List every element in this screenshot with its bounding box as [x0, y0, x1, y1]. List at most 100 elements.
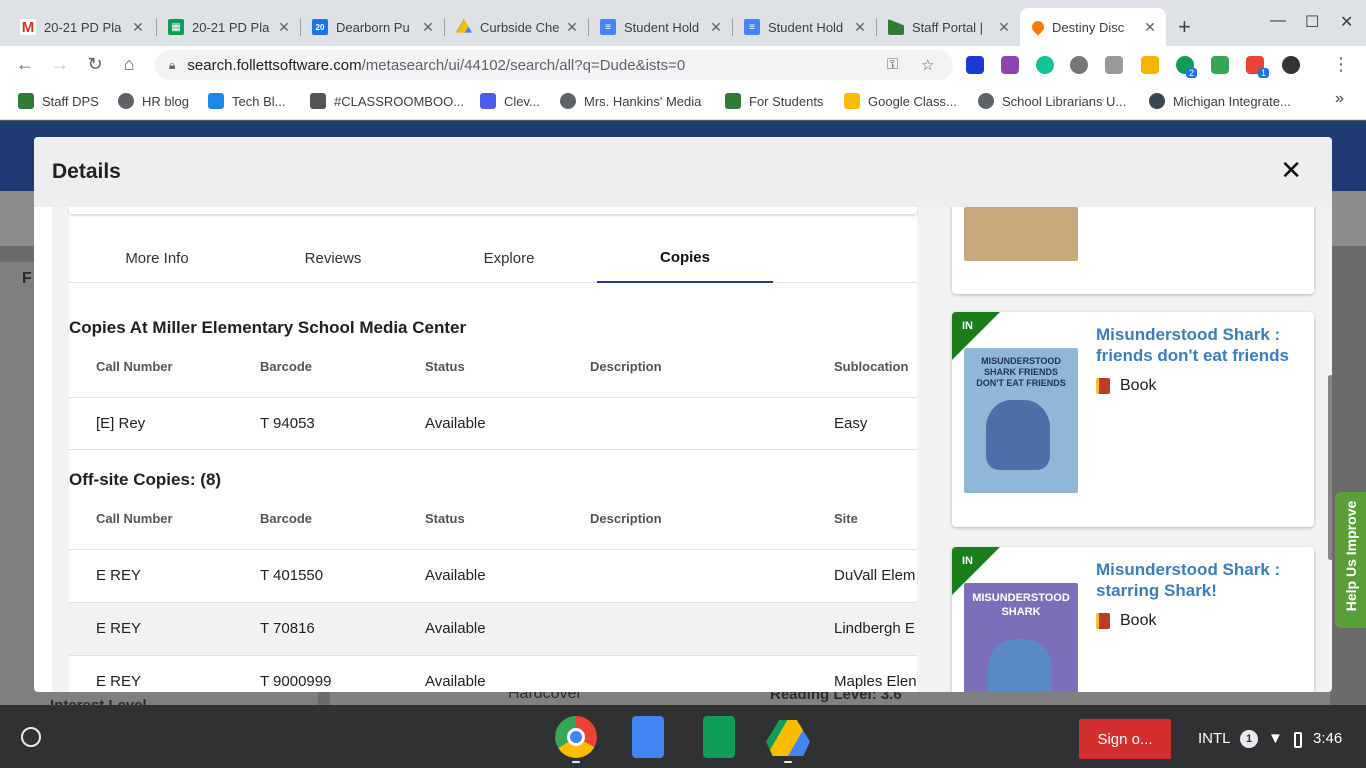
site: Lindbergh E — [834, 620, 915, 637]
related-card[interactable] — [952, 207, 1314, 294]
input-method[interactable]: INTL — [1198, 730, 1231, 747]
column-header: Barcode — [260, 511, 313, 526]
bookmark[interactable]: Clev... — [480, 93, 540, 109]
scrollbar[interactable] — [1328, 375, 1332, 560]
bookmark[interactable]: #CLASSROOMBOO... — [310, 93, 464, 109]
tab-gmail[interactable]: M 20-21 PD Pla ✕ — [8, 8, 154, 46]
sign-out-button[interactable]: Sign o... — [1079, 719, 1171, 759]
reload-icon[interactable]: ↻ — [84, 54, 106, 75]
wordpress-icon[interactable] — [1070, 56, 1088, 74]
barcode: T 94053 — [260, 415, 315, 432]
notification-badge[interactable]: 1 — [1240, 730, 1258, 748]
tab-drive[interactable]: Curbside Che ✕ — [444, 8, 588, 46]
close-icon[interactable]: ✕ — [1280, 155, 1302, 186]
url-path: /metasearch/ui/44102/search/all?q=Dude&i… — [361, 56, 686, 74]
window-close-icon[interactable]: ✕ — [1340, 12, 1353, 32]
tab-title: Destiny Disc — [1052, 19, 1125, 35]
extension-icon[interactable] — [1211, 56, 1229, 74]
key-icon[interactable]: ⚿ — [887, 56, 898, 73]
sheets-icon[interactable] — [703, 716, 735, 758]
close-icon[interactable]: ✕ — [130, 19, 146, 36]
format-label: Book — [1120, 612, 1157, 629]
tab-title: Dearborn Pu — [336, 19, 410, 35]
bookmark-label: HR blog — [142, 93, 189, 109]
running-indicator — [572, 761, 580, 763]
close-icon[interactable]: ✕ — [420, 19, 436, 36]
menu-icon[interactable]: ⋮ — [1330, 54, 1352, 75]
close-icon[interactable]: ✕ — [276, 19, 292, 36]
tab-destiny[interactable]: Destiny Disc ✕ — [1020, 8, 1166, 46]
related-title-link[interactable]: Misunderstood Shark : starring Shark! — [1096, 559, 1306, 601]
close-icon[interactable]: ✕ — [852, 19, 868, 36]
bookmark-label: Clev... — [504, 93, 540, 109]
background-text: F — [22, 270, 32, 287]
tab-copies[interactable]: Copies — [597, 233, 773, 283]
extension-icon[interactable] — [1282, 56, 1300, 74]
status-badge: IN — [962, 555, 973, 567]
launcher-icon[interactable] — [21, 727, 41, 747]
bookmark[interactable]: Michigan Integrate... — [1149, 93, 1291, 109]
tab-staff-portal[interactable]: Staff Portal | ✕ — [876, 8, 1020, 46]
bookmark[interactable]: Mrs. Hankins' Media — [560, 93, 701, 109]
close-icon[interactable]: ✕ — [564, 19, 580, 36]
details-left-pane[interactable]: More Info Reviews Explore Copies Copies … — [52, 207, 932, 692]
extension-icon[interactable] — [966, 56, 984, 74]
chrome-icon[interactable] — [555, 716, 597, 758]
related-title-link[interactable]: Misunderstood Shark : friends don't eat … — [1096, 324, 1306, 366]
address-bar[interactable]: 🔒︎ search.follettsoftware.com/metasearch… — [155, 50, 953, 80]
related-card[interactable]: MISUNDERSTOOD SHARK IN Misunderstood Sha… — [952, 547, 1314, 692]
column-header: Description — [590, 359, 662, 374]
help-us-improve-tab[interactable]: Help Us Improve — [1335, 492, 1366, 628]
bookmarks-bar: Staff DPS HR blog Tech Bl... #CLASSROOMB… — [0, 84, 1366, 120]
related-card[interactable]: MISUNDERSTOOD SHARK FRIENDS DON'T EAT FR… — [952, 312, 1314, 527]
forward-icon[interactable]: → — [49, 54, 71, 75]
wifi-icon[interactable]: ▼ — [1268, 730, 1283, 747]
chrome-center — [567, 728, 585, 746]
tab-docs[interactable]: ≡ Student Hold ✕ — [732, 8, 876, 46]
tab-docs[interactable]: ≡ Student Hold ✕ — [588, 8, 732, 46]
shark-icon — [986, 400, 1050, 470]
globe-icon — [978, 93, 994, 109]
grammarly-icon[interactable] — [1036, 56, 1054, 74]
back-icon[interactable]: ← — [14, 54, 36, 75]
details-tabs: More Info Reviews Explore Copies — [69, 233, 917, 283]
thumb-icon[interactable] — [1141, 56, 1159, 74]
minimize-icon[interactable]: — — [1270, 12, 1286, 30]
tab-explore[interactable]: Explore — [421, 233, 597, 283]
bookmark[interactable]: Staff DPS — [18, 93, 99, 109]
docs-icon[interactable] — [632, 716, 664, 758]
modal-header: Details ✕ — [34, 137, 1332, 207]
tab-sheets[interactable]: ▦ 20-21 PD Pla ✕ — [156, 8, 300, 46]
column-header: Call Number — [96, 359, 173, 374]
close-icon[interactable]: ✕ — [996, 19, 1012, 36]
tab-title: Student Hold — [768, 19, 844, 35]
bookmark[interactable]: School Librarians U... — [978, 93, 1126, 109]
tab-title: 20-21 PD Pla — [192, 19, 270, 35]
status: Available — [425, 567, 486, 584]
related-titles-pane[interactable]: MISUNDERSTOOD SHARK FRIENDS DON'T EAT FR… — [932, 207, 1332, 692]
grid-icon[interactable] — [1105, 56, 1123, 74]
new-tab-button[interactable]: + — [1178, 14, 1191, 40]
help-tab-label: Help Us Improve — [1343, 500, 1359, 612]
tab-more-info[interactable]: More Info — [69, 233, 245, 283]
battery-icon[interactable] — [1294, 732, 1302, 748]
extension-icon[interactable] — [1001, 56, 1019, 74]
tab-title: Staff Portal | — [912, 19, 984, 35]
sheets-icon: ▦ — [168, 19, 184, 35]
bookmark[interactable]: HR blog — [118, 93, 189, 109]
home-icon[interactable]: ⌂ — [118, 54, 140, 75]
tab-calendar[interactable]: 20 Dearborn Pu ✕ — [300, 8, 444, 46]
bookmark[interactable]: Tech Bl... — [208, 93, 285, 109]
clock[interactable]: 3:46 — [1313, 730, 1342, 747]
bookmark[interactable]: Google Class... — [844, 93, 957, 109]
maximize-icon[interactable]: ☐ — [1305, 12, 1319, 32]
star-icon[interactable]: ☆ — [921, 56, 934, 74]
more-bookmarks-button[interactable]: » — [1335, 90, 1344, 108]
bookmark[interactable]: For Students — [725, 93, 823, 109]
call-number: E REY — [96, 620, 142, 637]
close-icon[interactable]: ✕ — [1142, 19, 1158, 36]
drive-icon — [456, 19, 472, 33]
close-icon[interactable]: ✕ — [708, 19, 724, 36]
column-header: Site — [834, 511, 858, 526]
tab-reviews[interactable]: Reviews — [245, 233, 421, 283]
